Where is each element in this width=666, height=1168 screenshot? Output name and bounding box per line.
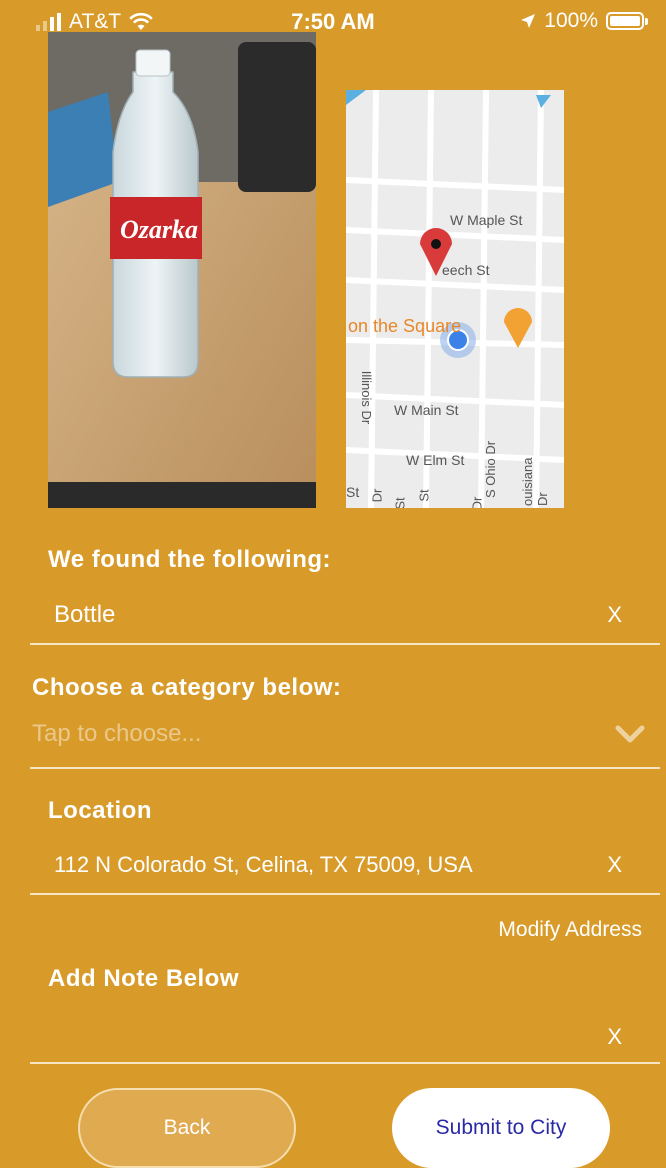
map-street-dr-1: Dr (369, 488, 385, 503)
found-value[interactable]: Bottle (54, 601, 115, 629)
map-poi-label: on the Square (348, 316, 462, 336)
map-street-st-2: St (416, 489, 432, 502)
category-divider (30, 767, 660, 769)
map-street-s-ohio: S Ohio Dr (483, 440, 499, 499)
category-heading: Choose a category below: (32, 674, 342, 701)
clear-note-button[interactable]: X (607, 1024, 622, 1050)
found-divider (30, 643, 660, 645)
battery-icon (606, 12, 648, 30)
map-street-st-3: St (392, 497, 408, 508)
location-arrow-icon (521, 14, 536, 28)
found-heading: We found the following: (48, 546, 331, 573)
location-heading: Location (48, 797, 152, 824)
location-divider (30, 893, 660, 895)
status-right: 100% (520, 9, 648, 33)
map-street-w-maple: W Maple St (450, 212, 523, 228)
submit-button-label: Submit to City (435, 1116, 567, 1139)
note-divider (30, 1062, 660, 1064)
submit-to-city-button[interactable]: Submit to City (392, 1088, 610, 1168)
chevron-down-icon[interactable] (614, 723, 646, 745)
map-street-beech: eech St (442, 262, 490, 278)
map-street-w-elm: W Elm St (406, 452, 465, 468)
back-button[interactable]: Back (78, 1088, 296, 1168)
map-street-st-1: St (346, 484, 360, 500)
map-street-illinois: Illinois Dr (359, 370, 375, 425)
clear-found-button[interactable]: X (607, 602, 622, 628)
battery-percent: 100% (544, 9, 598, 32)
photo-image: Ozarka (48, 32, 316, 508)
map-street-w-main: W Main St (394, 402, 459, 418)
map-canvas (346, 90, 564, 508)
modify-address-link[interactable]: Modify Address (498, 918, 642, 942)
back-button-label: Back (163, 1116, 211, 1139)
svg-text:Ozarka: Ozarka (120, 215, 198, 244)
location-value[interactable]: 112 N Colorado St, Celina, TX 75009, USA (54, 852, 473, 878)
map-street-dr-2: Dr (469, 496, 485, 508)
note-input[interactable] (54, 1024, 574, 1054)
note-heading: Add Note Below (48, 965, 239, 992)
map-street-louisiana: ouisiana Dr (520, 457, 550, 506)
category-select[interactable]: Tap to choose... (32, 720, 201, 748)
location-map[interactable]: W Maple St eech St on the Square W Main … (346, 90, 564, 508)
clear-location-button[interactable]: X (607, 852, 622, 878)
captured-photo: Ozarka (48, 32, 316, 508)
